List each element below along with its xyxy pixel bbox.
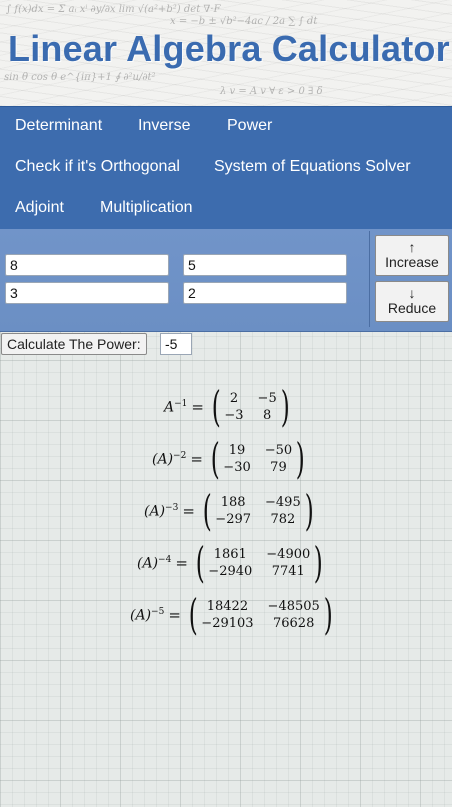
matrix-input-panel: ↑ Increase ↓ Reduce <box>0 229 452 332</box>
result-lhs: (A)−3 <box>144 502 179 520</box>
result-matrix: 1861 −4900 −2940 7741 <box>208 547 311 579</box>
nav-adjoint[interactable]: Adjoint <box>15 199 64 217</box>
result-matrix: 19 −50 −30 79 <box>223 443 293 475</box>
reduce-button[interactable]: ↓ Reduce <box>375 281 449 322</box>
result-lhs: (A)−2 <box>152 450 187 468</box>
matrix-cell-1-1[interactable] <box>5 254 169 276</box>
result-power-3: (A)−3 = ( 188 −495 −297 782 ) <box>144 486 314 535</box>
result-lhs: (A)−5 <box>130 606 165 624</box>
nav-determinant[interactable]: Determinant <box>15 117 102 135</box>
size-controls: ↑ Increase ↓ Reduce <box>369 231 452 327</box>
matrix-cell-2-2[interactable] <box>183 282 347 304</box>
nav-inverse[interactable]: Inverse <box>138 117 190 135</box>
result-matrix: 188 −495 −297 782 <box>215 495 301 527</box>
header-banner: ∫ f(x)dx = Σ aᵢ xⁱ ∂y/∂x lim √(a²+b²) de… <box>0 0 452 106</box>
result-power-2: (A)−2 = ( 19 −50 −30 79 ) <box>152 434 305 483</box>
arrow-up-icon: ↑ <box>408 239 416 255</box>
reduce-label: Reduce <box>387 300 437 316</box>
result-lhs: A−1 <box>164 398 188 416</box>
page-title: Linear Algebra Calculator <box>8 28 450 69</box>
calculate-power-button[interactable]: Calculate The Power: <box>1 333 147 355</box>
increase-button[interactable]: ↑ Increase <box>375 235 449 276</box>
nav-orthogonal-check[interactable]: Check if it's Orthogonal <box>15 158 180 176</box>
increase-label: Increase <box>385 254 439 270</box>
nav-power[interactable]: Power <box>227 117 272 135</box>
result-power-4: (A)−4 = ( 1861 −4900 −2940 7741 ) <box>137 538 323 587</box>
nav-menu: Determinant Inverse Power Check if it's … <box>0 106 452 231</box>
result-power-1: A−1 = ( 2 −5 −3 8 ) <box>164 382 290 431</box>
result-lhs: (A)−4 <box>137 554 172 572</box>
matrix-cell-1-2[interactable] <box>183 254 347 276</box>
arrow-down-icon: ↓ <box>408 285 416 301</box>
result-matrix: 2 −5 −3 8 <box>224 391 277 423</box>
power-exponent-input[interactable] <box>160 333 192 355</box>
nav-system-solver[interactable]: System of Equations Solver <box>214 158 411 176</box>
result-power-5: (A)−5 = ( 18422 −48505 −29103 76628 ) <box>130 590 333 639</box>
nav-multiplication[interactable]: Multiplication <box>100 199 192 217</box>
result-matrix: 18422 −48505 −29103 76628 <box>201 599 320 631</box>
power-controls: Calculate The Power: <box>0 332 452 356</box>
matrix-cell-2-1[interactable] <box>5 282 169 304</box>
